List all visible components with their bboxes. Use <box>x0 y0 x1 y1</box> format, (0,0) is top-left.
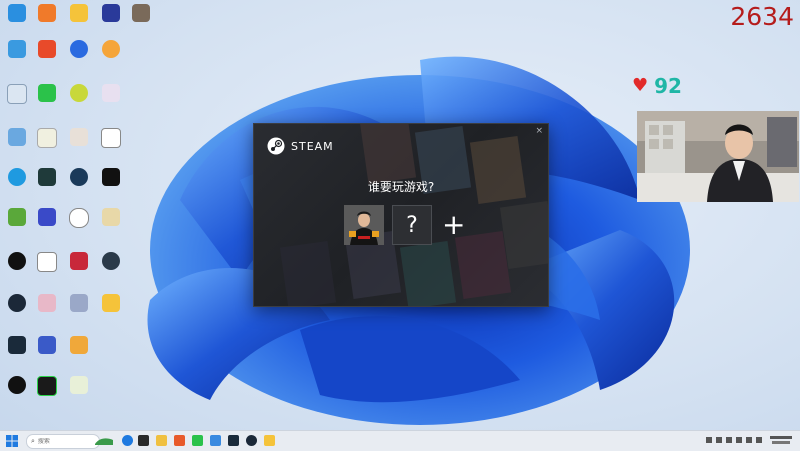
desktop-icon[interactable] <box>32 4 62 40</box>
desktop-icon[interactable] <box>32 252 62 288</box>
account-avatar[interactable] <box>344 205 384 245</box>
desktop-icon[interactable] <box>64 336 94 372</box>
desktop-icon[interactable] <box>64 128 94 164</box>
avatar-image <box>344 205 384 245</box>
taskbar-app-icon[interactable] <box>210 435 221 446</box>
recycle-bin-icon[interactable] <box>2 84 32 120</box>
unknown-account-slot[interactable]: ? <box>392 205 432 245</box>
desktop-icon[interactable] <box>2 336 32 372</box>
start-icon[interactable] <box>6 435 18 447</box>
desktop-icon[interactable] <box>96 168 126 204</box>
taskbar-app-icon[interactable] <box>264 435 275 446</box>
desktop-icon[interactable] <box>64 4 94 40</box>
add-account-button[interactable]: + <box>442 211 465 239</box>
desktop-icon[interactable] <box>96 128 126 164</box>
desktop-icon[interactable] <box>2 4 32 40</box>
steam-icon[interactable] <box>246 435 257 446</box>
desktop-icon[interactable] <box>32 294 62 330</box>
desktop-icon[interactable] <box>96 208 126 244</box>
desktop-icon[interactable] <box>64 168 94 204</box>
news-widget-icon[interactable] <box>94 434 114 447</box>
taskbar: ⌕ <box>0 430 800 451</box>
wechat-icon[interactable] <box>192 435 203 446</box>
who-plays-prompt: 谁要玩游戏? <box>367 180 435 194</box>
viewer-counter: 2634 <box>730 2 794 31</box>
edge-icon[interactable] <box>122 435 133 446</box>
edge-icon[interactable] <box>2 168 32 204</box>
desktop-icon[interactable] <box>64 294 94 330</box>
taskbar-search[interactable]: ⌕ <box>26 434 100 449</box>
desktop-icon[interactable] <box>64 40 94 76</box>
taskbar-app-icon[interactable] <box>228 435 239 446</box>
desktop-icon[interactable] <box>32 40 62 76</box>
desktop-icon[interactable] <box>2 208 32 244</box>
desktop-icon[interactable] <box>32 208 62 244</box>
desktop-icon[interactable] <box>2 128 32 164</box>
taskbar-app-icon[interactable] <box>174 435 185 446</box>
desktop-icon[interactable] <box>96 294 126 330</box>
wechat-icon[interactable] <box>32 84 62 120</box>
desktop-icon[interactable] <box>64 376 94 412</box>
heart-icon: ♥ <box>632 75 649 96</box>
system-tray[interactable] <box>706 433 796 450</box>
webcam-image <box>637 111 799 202</box>
desktop-icon[interactable] <box>2 252 32 288</box>
desktop-icon[interactable] <box>32 336 62 372</box>
explorer-icon[interactable] <box>156 435 167 446</box>
desktop-icon[interactable] <box>64 84 94 120</box>
steam-brand: STEAM <box>267 137 334 155</box>
steam-icon[interactable] <box>2 294 32 330</box>
desktop-icon[interactable] <box>96 84 126 120</box>
desktop-icon[interactable] <box>96 40 126 76</box>
close-button[interactable]: × <box>535 126 543 136</box>
steam-logo-icon <box>267 137 285 155</box>
steam-dialog: × STEAM 谁要玩游戏? ? + <box>253 123 549 307</box>
desktop-icon[interactable] <box>32 168 62 204</box>
desktop-icon[interactable] <box>64 208 94 244</box>
desktop-icon[interactable] <box>2 40 32 76</box>
likes-counter: ♥ 92 <box>632 74 682 98</box>
desktop-icon[interactable] <box>64 252 94 288</box>
desktop-icon[interactable] <box>32 128 62 164</box>
steam-brand-text: STEAM <box>291 139 334 153</box>
webcam-feed <box>637 111 799 202</box>
desktop-icon[interactable] <box>96 252 126 288</box>
likes-count: 92 <box>654 74 682 98</box>
desktop-icon[interactable] <box>96 4 126 40</box>
search-input[interactable] <box>34 438 88 445</box>
desktop-icon[interactable] <box>128 4 154 40</box>
desktop-icon[interactable] <box>32 376 62 412</box>
desktop-icons <box>0 0 150 420</box>
account-slots: ? + <box>344 205 465 245</box>
desktop-icon[interactable] <box>2 376 32 412</box>
tray-icons <box>706 436 792 444</box>
taskview-icon[interactable] <box>138 435 149 446</box>
